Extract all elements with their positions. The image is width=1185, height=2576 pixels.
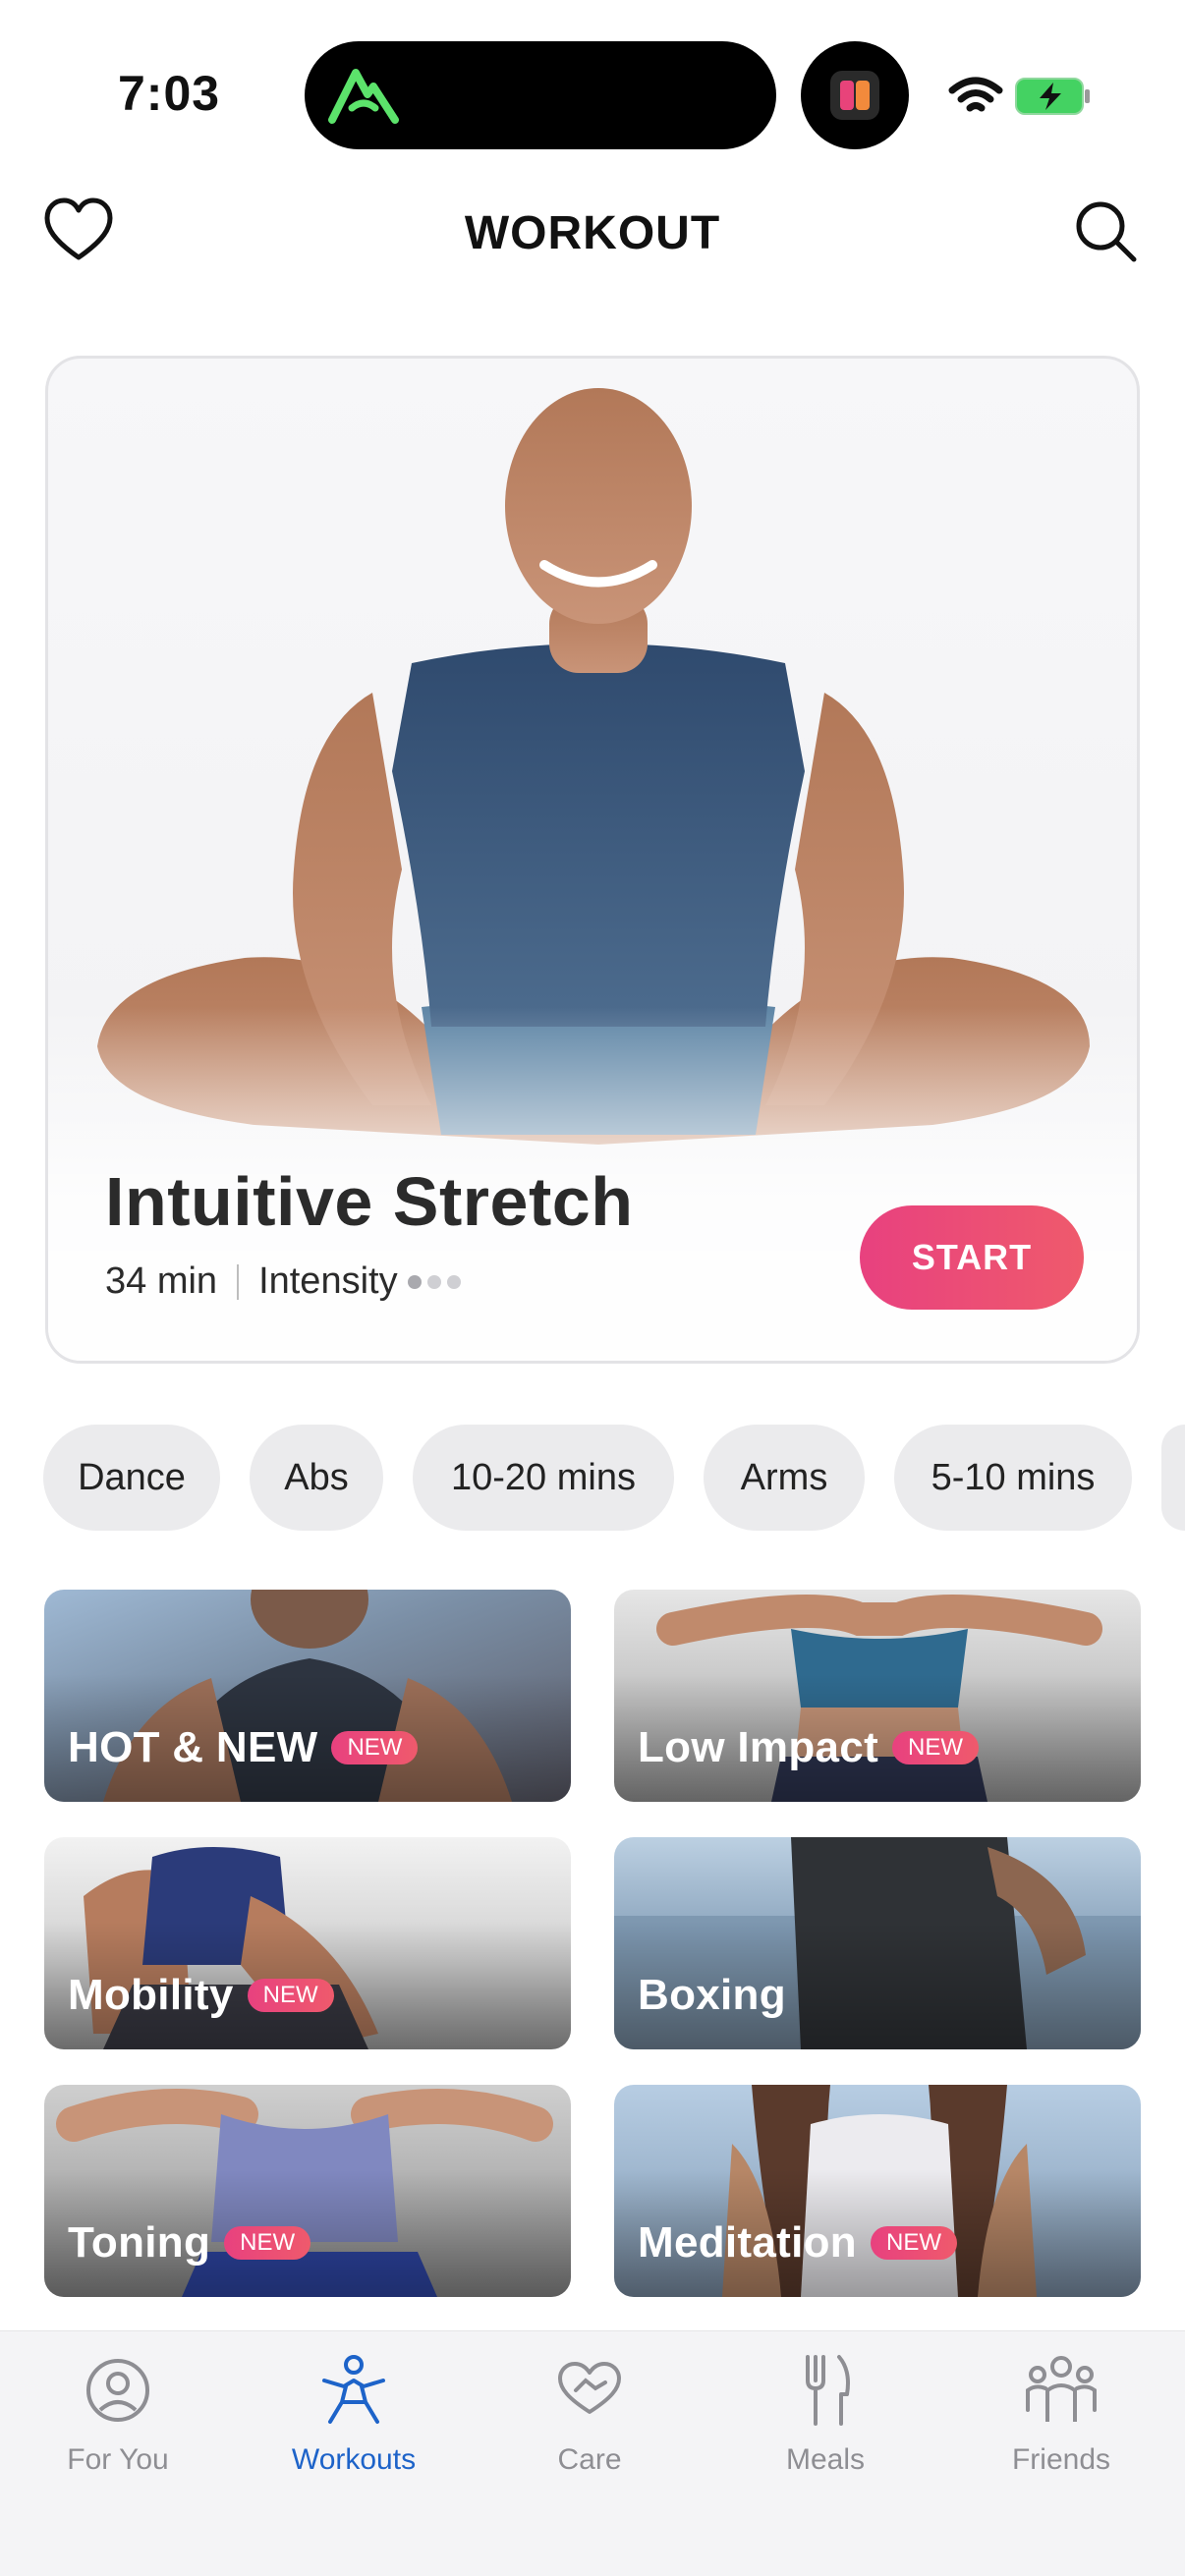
dynamic-island-app[interactable] [801,41,909,149]
tile-label: Toning NEW [68,2218,311,2268]
tile-label: Boxing [638,1971,786,2020]
new-badge: NEW [892,1731,980,1764]
intensity-label: Intensity [258,1260,398,1302]
tile-name: Low Impact [638,1723,879,1771]
page-title: WORKOUT [464,207,721,259]
tile-name: Boxing [638,1971,786,2019]
tile-label: HOT & NEW NEW [68,1723,419,1772]
tab-bar: For You Workouts Care Meals Friends [0,2330,1185,2576]
filter-chips: Dance Abs 10-20 mins Arms 5-10 mins [0,1425,1185,1531]
alltrails-icon [328,69,399,124]
fork-knife-icon [806,2355,850,2426]
tile-name: Toning [68,2218,211,2267]
battery-charging-icon [1015,78,1090,115]
tab-meals[interactable]: Meals [707,2351,943,2528]
tile-name: Meditation [638,2218,857,2267]
chip-partial[interactable] [1161,1425,1185,1531]
tab-workouts[interactable]: Workouts [236,2351,472,2528]
dynamic-island[interactable] [305,41,776,149]
new-badge: NEW [247,1979,334,2012]
new-badge: NEW [224,2226,311,2260]
tab-care[interactable]: Care [472,2351,707,2528]
start-button[interactable]: START [860,1205,1084,1310]
workout-title: Intuitive Stretch [105,1163,634,1240]
meta-divider [237,1263,240,1300]
user-circle-icon [86,2359,149,2422]
status-time: 7:03 [118,66,221,121]
featured-workout-card[interactable]: Intuitive Stretch 34 min Intensity START [45,356,1140,1364]
intensity-dot [407,1274,422,1289]
tab-friends[interactable]: Friends [943,2351,1179,2528]
workout-figure-icon [322,2355,385,2424]
chip-10-20-mins[interactable]: 10-20 mins [413,1425,674,1531]
tab-label: Care [557,2443,622,2476]
category-tile-meditation[interactable]: Meditation NEW [614,2085,1141,2297]
workout-duration: 34 min [105,1260,218,1302]
chip-arms[interactable]: Arms [704,1425,865,1531]
tab-label: Friends [1011,2443,1111,2476]
tab-label: Meals [785,2443,866,2476]
category-tile-boxing[interactable]: Boxing [614,1837,1141,2049]
chip-abs[interactable]: Abs [250,1425,383,1531]
new-badge: NEW [870,2226,957,2260]
tile-name: HOT & NEW [68,1723,318,1771]
header: WORKOUT [0,187,1185,275]
tab-label: Workouts [291,2443,417,2476]
new-badge: NEW [331,1731,419,1764]
chip-dance[interactable]: Dance [43,1425,220,1531]
tab-for-you[interactable]: For You [0,2351,236,2528]
category-tile-low-impact[interactable]: Low Impact NEW [614,1590,1141,1802]
tile-label: Meditation NEW [638,2218,957,2268]
chip-5-10-mins[interactable]: 5-10 mins [894,1425,1132,1531]
tile-name: Mobility [68,1971,234,2019]
status-bar: 7:03 [0,0,1185,177]
category-tile-toning[interactable]: Toning NEW [44,2085,571,2297]
friends-icon [1026,2356,1097,2422]
intensity-indicator [407,1274,461,1289]
intensity-dot [426,1274,441,1289]
tab-label: For You [67,2443,169,2476]
care-hands-icon [558,2362,621,2414]
app-icon [830,71,879,120]
search-icon[interactable] [1073,198,1140,265]
workout-meta: 34 min Intensity [105,1260,461,1303]
wifi-icon [948,77,1003,112]
tile-label: Mobility NEW [68,1971,334,2020]
tile-label: Low Impact NEW [638,1723,980,1772]
category-tile-mobility[interactable]: Mobility NEW [44,1837,571,2049]
category-tile-hot-new[interactable]: HOT & NEW NEW [44,1590,571,1802]
intensity-dot [446,1274,461,1289]
